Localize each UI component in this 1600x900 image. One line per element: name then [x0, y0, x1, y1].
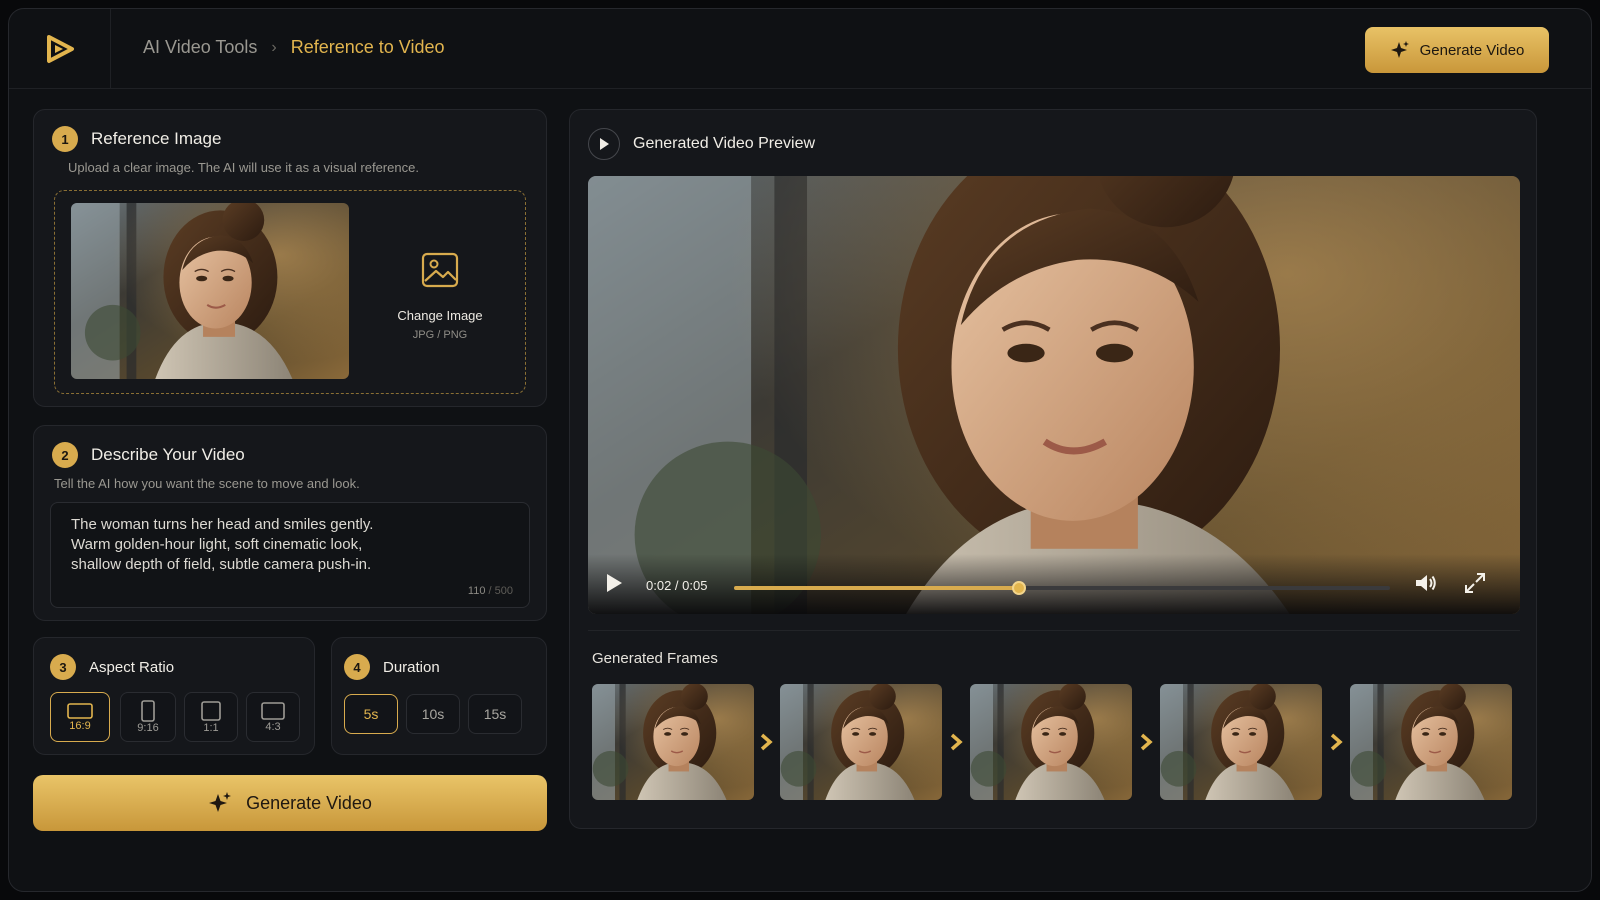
- duration-card: 4 Duration 5s 10s 15s: [331, 637, 547, 755]
- duration-title: Duration: [383, 658, 440, 676]
- preview-panel: Generated Video Preview 0:02 / 0:05 Gene…: [569, 109, 1537, 829]
- reference-image-title: Reference Image: [91, 129, 222, 148]
- play-icon[interactable]: [604, 572, 624, 594]
- change-image-label: Change Image: [397, 308, 483, 323]
- volume-icon[interactable]: [1414, 572, 1438, 594]
- duration-heading: 4 Duration: [344, 654, 440, 680]
- character-counter: 110 / 500: [468, 585, 513, 597]
- breadcrumb: AI Video Tools › Reference to Video: [143, 37, 445, 58]
- preview-heading: Generated Video Preview: [588, 128, 815, 160]
- step-badge-4: 4: [344, 654, 370, 680]
- aspect-option-label: 1:1: [203, 722, 219, 734]
- reference-image-heading: 1 Reference Image: [52, 126, 221, 152]
- aspect-option-label: 9:16: [137, 722, 159, 734]
- aspect-option-4-3[interactable]: 4:3: [246, 692, 300, 742]
- video-frame: [588, 176, 1520, 614]
- generated-frame-4[interactable]: [1160, 684, 1322, 800]
- video-progress-bar[interactable]: [734, 581, 1390, 595]
- describe-video-subtitle: Tell the AI how you want the scene to mo…: [54, 476, 360, 491]
- video-progress-fill: [734, 586, 1020, 590]
- chevron-right-icon: [950, 733, 963, 751]
- logo[interactable]: [9, 9, 111, 89]
- header-generate-button[interactable]: Generate Video: [1365, 27, 1549, 73]
- ratio-9-16-icon: [141, 700, 155, 722]
- aspect-ratio-title: Aspect Ratio: [89, 658, 175, 676]
- breadcrumb-root[interactable]: AI Video Tools: [143, 37, 257, 58]
- image-icon: [421, 252, 459, 288]
- character-count: 110: [467, 585, 486, 597]
- aspect-option-1-1[interactable]: 1:1: [184, 692, 238, 742]
- ratio-1-1-icon: [201, 701, 221, 721]
- top-bar: AI Video Tools › Reference to Video Gene…: [9, 9, 1591, 89]
- aspect-option-9-16[interactable]: 9:16: [120, 692, 176, 742]
- generated-frame-3[interactable]: [970, 684, 1132, 800]
- generated-frame-1[interactable]: [592, 684, 754, 800]
- breadcrumb-separator: ›: [271, 38, 277, 56]
- video-time: 0:02 / 0:05: [646, 578, 708, 593]
- supported-formats: JPG / PNG: [412, 329, 468, 341]
- prompt-textarea[interactable]: The woman turns her head and smiles gent…: [50, 502, 530, 608]
- step-badge-2: 2: [52, 442, 78, 468]
- duration-option-5s[interactable]: 5s: [344, 694, 398, 734]
- describe-video-title: Describe Your Video: [91, 445, 245, 464]
- prompt-line: The woman turns her head and smiles gent…: [71, 516, 374, 533]
- preview-play-button[interactable]: [588, 128, 620, 160]
- generated-frame-5[interactable]: [1350, 684, 1512, 800]
- upload-dropzone[interactable]: Change Image JPG / PNG: [54, 190, 526, 394]
- duration-option-15s[interactable]: 15s: [468, 694, 522, 734]
- aspect-option-16-9[interactable]: 16:9: [50, 692, 110, 742]
- app-window: AI Video Tools › Reference to Video Gene…: [8, 8, 1592, 892]
- generated-frames-title: Generated Frames: [592, 650, 718, 667]
- reference-image-card: 1 Reference Image Upload a clear image. …: [33, 109, 547, 407]
- reference-thumbnail: [71, 203, 349, 379]
- divider: [588, 630, 1520, 631]
- header-generate-label: Generate Video: [1419, 41, 1525, 59]
- reference-image-subtitle: Upload a clear image. The AI will use it…: [68, 160, 419, 175]
- duration-option-10s[interactable]: 10s: [406, 694, 460, 734]
- chevron-right-icon: [1140, 733, 1153, 751]
- breadcrumb-current: Reference to Video: [290, 37, 445, 57]
- aspect-ratio-card: 3 Aspect Ratio 16:9 9:16 1:1 4:3: [33, 637, 315, 755]
- video-player[interactable]: 0:02 / 0:05: [588, 176, 1520, 614]
- step-badge-3: 3: [50, 654, 76, 680]
- video-controls: 0:02 / 0:05: [588, 554, 1520, 614]
- step-badge-1: 1: [52, 126, 78, 152]
- prompt-line: shallow depth of field, subtle camera pu…: [71, 556, 372, 573]
- aspect-option-label: 4:3: [265, 721, 281, 733]
- chevron-right-icon: [1330, 733, 1343, 751]
- prompt-line: Warm golden-hour light, soft cinematic l…: [71, 536, 363, 553]
- video-progress-thumb[interactable]: [1012, 581, 1027, 595]
- sparkle-icon: [1390, 41, 1409, 58]
- generate-video-label: Generate Video: [246, 792, 372, 813]
- play-icon: [600, 138, 609, 150]
- generate-video-button[interactable]: Generate Video: [33, 775, 547, 831]
- preview-title: Generated Video Preview: [633, 135, 816, 152]
- fullscreen-icon[interactable]: [1464, 572, 1486, 594]
- play-logo-icon: [46, 35, 74, 63]
- change-image-button[interactable]: Change Image JPG / PNG: [375, 251, 505, 341]
- sparkle-icon: [209, 792, 232, 812]
- describe-video-card: 2 Describe Your Video Tell the AI how yo…: [33, 425, 547, 621]
- describe-video-heading: 2 Describe Your Video: [52, 442, 245, 468]
- character-limit: / 500: [488, 585, 513, 597]
- aspect-option-label: 16:9: [69, 720, 91, 732]
- ratio-4-3-icon: [261, 702, 285, 720]
- aspect-ratio-heading: 3 Aspect Ratio: [50, 654, 174, 680]
- chevron-right-icon: [760, 733, 773, 751]
- ratio-16-9-icon: [67, 703, 93, 719]
- generated-frame-2[interactable]: [780, 684, 942, 800]
